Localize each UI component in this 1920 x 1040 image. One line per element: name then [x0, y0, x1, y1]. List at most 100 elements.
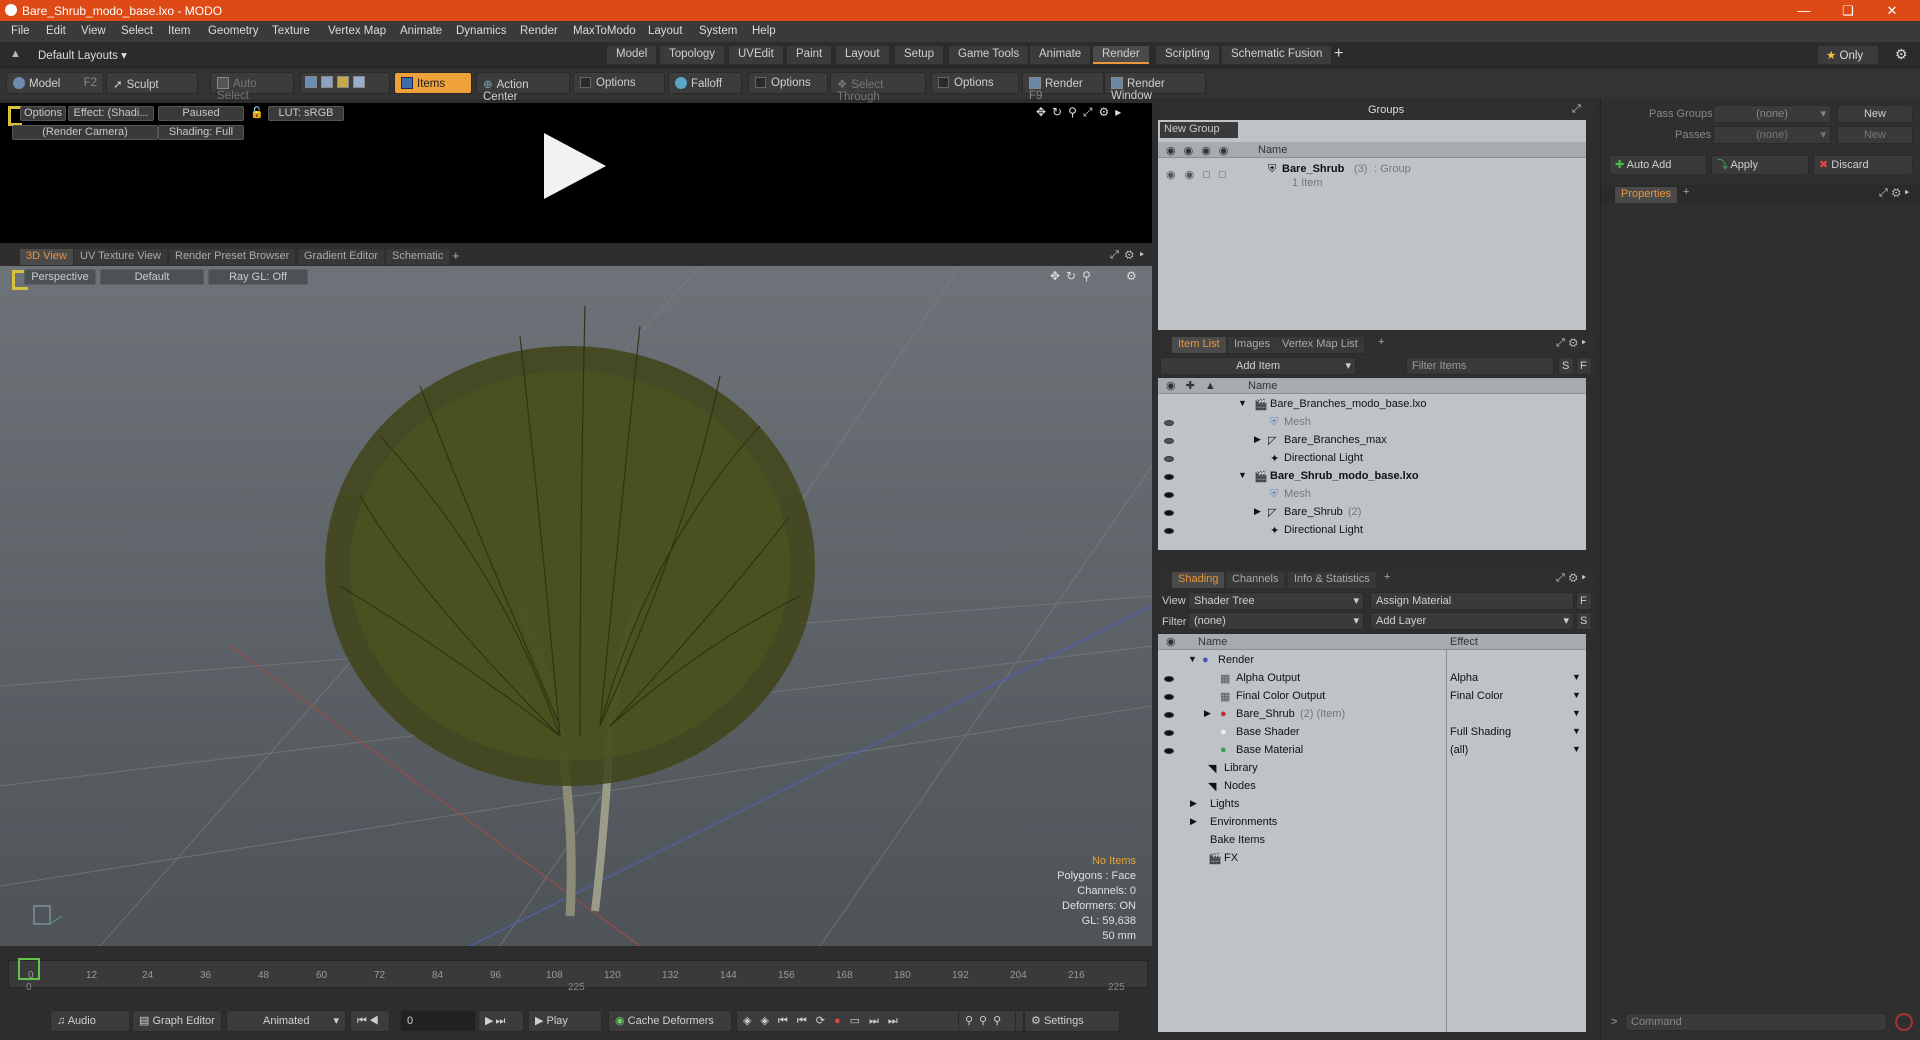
viewport-settings-icon[interactable]: ⚙ [1126, 269, 1137, 283]
effect-chevron-icon[interactable]: ▼ [1572, 708, 1581, 718]
shrub-model[interactable] [325, 305, 815, 917]
settings-button[interactable]: ⚙ Settings [1024, 1010, 1120, 1032]
add-itemlist-tab-icon[interactable]: + [1378, 336, 1384, 348]
menu-vertex-map[interactable]: Vertex Map [328, 25, 386, 37]
new-group-button[interactable]: New Group [1160, 122, 1238, 138]
options-button-2[interactable]: Options [748, 72, 828, 94]
menu-system[interactable]: System [699, 25, 737, 37]
visibility-eye-icon[interactable] [1164, 712, 1174, 718]
shader-row[interactable]: ▶ Lights [1158, 796, 1586, 814]
go-start-button[interactable]: ⏮◀ [350, 1010, 390, 1032]
shading-f-button[interactable]: F [1576, 592, 1592, 610]
tab-render-preset-browser[interactable]: Render Preset Browser [169, 249, 296, 265]
tab-channels[interactable]: Channels [1226, 572, 1285, 588]
options-checkbox-3[interactable] [938, 77, 949, 88]
tab-paint[interactable]: Paint [786, 46, 832, 64]
tab-3d-view[interactable]: 3D View [20, 249, 73, 265]
item-row[interactable]: ✦ Directional Light [1158, 450, 1586, 468]
lock-icon[interactable]: 🔓 [250, 106, 264, 119]
shader-effect[interactable]: Alpha [1450, 672, 1478, 684]
visibility-eye-icon[interactable] [1164, 510, 1174, 516]
shading-s-button[interactable]: S [1576, 612, 1592, 630]
menu-select[interactable]: Select [121, 25, 153, 37]
item-row[interactable]: ▼ 🎬 Bare_Shrub_modo_base.lxo [1158, 468, 1586, 486]
tab-game-tools[interactable]: Game Tools [948, 46, 1029, 64]
go-end-button[interactable]: ▶⏭ [478, 1010, 524, 1032]
menu-item[interactable]: Item [168, 25, 190, 37]
tab-properties[interactable]: Properties [1615, 187, 1678, 203]
options-button-1[interactable]: Options [573, 72, 665, 94]
polygon-mode-icon[interactable] [337, 76, 349, 88]
play-icon[interactable] [544, 133, 606, 199]
visibility-eye-icon[interactable] [1164, 748, 1174, 754]
collapse-arrow-icon[interactable]: ▶ [1190, 798, 1197, 809]
render-button[interactable]: Render F9 [1022, 72, 1104, 102]
add-tab-icon[interactable]: + [1334, 45, 1343, 63]
visibility-eye-icon[interactable] [1164, 730, 1174, 736]
item-row[interactable]: ✦ Directional Light [1158, 522, 1586, 540]
shader-row[interactable]: ▼ ● Render [1158, 652, 1586, 670]
options-checkbox-2[interactable] [755, 77, 766, 88]
visibility-eye-icon[interactable] [1164, 492, 1174, 498]
menu-layout[interactable]: Layout [648, 25, 683, 37]
menu-help[interactable]: Help [752, 25, 776, 37]
item-row[interactable]: ▶ ◸ Bare_Shrub (2) [1158, 504, 1586, 522]
itemlist-controls[interactable]: ⤢⚙▸ [1556, 337, 1590, 350]
add-viewport-tab-icon[interactable]: + [452, 248, 460, 263]
discard-button[interactable]: ✖ Discard [1813, 155, 1913, 175]
tab-schematic-fusion[interactable]: Schematic Fusion [1221, 46, 1332, 64]
view-dropdown[interactable]: Shader Tree ▾ [1188, 592, 1364, 610]
material-mode-icon[interactable] [353, 76, 365, 88]
visibility-eye-icon[interactable] [1164, 456, 1174, 462]
filter-items-input[interactable]: Filter Items [1406, 357, 1554, 375]
audio-button[interactable]: ♫ Audio [50, 1010, 130, 1032]
action-center-button[interactable]: ⊕ Action Center [476, 72, 570, 103]
tab-images[interactable]: Images [1228, 337, 1277, 353]
shader-row[interactable]: ▶ ● Bare_Shrub (2) (Item) ▼ [1158, 706, 1586, 724]
tab-model[interactable]: Model [606, 46, 657, 64]
options-checkbox-1[interactable] [580, 77, 591, 88]
itemlist-s-button[interactable]: S [1558, 357, 1574, 375]
add-item-dropdown[interactable]: Add Item ▾ [1160, 357, 1356, 375]
effect-chevron-icon[interactable]: ▼ [1572, 672, 1581, 682]
new-pass-group-button[interactable]: New [1837, 105, 1913, 123]
expand-icon[interactable]: ▼ [1238, 470, 1247, 480]
menu-render[interactable]: Render [520, 25, 558, 37]
command-input[interactable]: Command [1625, 1013, 1887, 1031]
lut-button[interactable]: LUT: sRGB [268, 106, 344, 121]
close-icon[interactable]: ✕ [1870, 1, 1914, 20]
edge-mode-icon[interactable] [321, 76, 333, 88]
item-row[interactable]: ⛨ Mesh [1158, 414, 1586, 432]
properties-controls[interactable]: ⤢⚙▸ [1879, 187, 1913, 200]
viewport-nav-icons[interactable]: ✥↻⚲ [1050, 269, 1097, 283]
shading-button[interactable]: Shading: Full [158, 125, 244, 140]
play-button[interactable]: ▶ Play [528, 1010, 602, 1032]
visibility-eye-icon[interactable] [1164, 676, 1174, 682]
groups-expand-icon[interactable]: ⤢ [1572, 103, 1581, 116]
timeline[interactable]: 0 12 24 36 48 60 72 84 96 108 120 132 14… [0, 948, 1152, 1002]
frame-input[interactable]: 0 [400, 1010, 476, 1032]
preview-paused-button[interactable]: Paused [158, 106, 244, 121]
add-properties-tab-icon[interactable]: + [1683, 186, 1689, 198]
expand-icon[interactable]: ▼ [1238, 398, 1247, 408]
auto-add-button[interactable]: ✚ Auto Add [1609, 155, 1707, 175]
animated-dropdown[interactable]: Animated ▾ [226, 1010, 346, 1032]
graph-editor-button[interactable]: ▤ Graph Editor [132, 1010, 222, 1032]
group-row[interactable]: ◉◉□□ ⛨ Bare_Shrub (3) : Group 1 Item [1158, 160, 1586, 194]
tab-animate[interactable]: Animate [1029, 46, 1091, 64]
tab-shading[interactable]: Shading [1172, 572, 1225, 588]
effect-chevron-icon[interactable]: ▼ [1572, 690, 1581, 700]
select-through-button[interactable]: ❖ Select Through [830, 72, 926, 103]
add-shading-tab-icon[interactable]: + [1384, 571, 1390, 583]
shader-effect[interactable]: Full Shading [1450, 726, 1511, 738]
shader-effect[interactable]: Final Color [1450, 690, 1503, 702]
menu-texture[interactable]: Texture [272, 25, 310, 37]
tab-vertex-map-list[interactable]: Vertex Map List [1276, 337, 1364, 353]
default-style-button[interactable]: Default [100, 269, 204, 285]
shader-row[interactable]: Bake Items [1158, 832, 1586, 850]
shading-controls[interactable]: ⤢⚙▸ [1556, 572, 1590, 585]
new-pass-button[interactable]: New [1837, 126, 1913, 144]
auto-select-button[interactable]: Auto Select [210, 72, 294, 102]
item-row[interactable]: ⛨ Mesh [1158, 486, 1586, 504]
shader-effect[interactable]: (all) [1450, 744, 1468, 756]
